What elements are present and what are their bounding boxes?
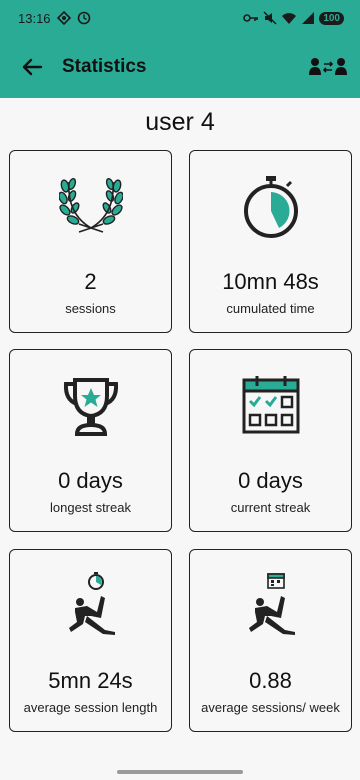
stat-card-sessions: 2 sessions [9, 150, 172, 333]
exercise-calendar-icon [248, 573, 295, 635]
stat-label: cumulated time [226, 301, 315, 316]
switch-user-button[interactable] [308, 53, 348, 81]
signal-icon [302, 12, 315, 24]
back-button[interactable] [18, 53, 46, 81]
wifi-icon [282, 13, 297, 24]
stat-value: 0 days [238, 468, 303, 493]
user-name: user 4 [145, 108, 215, 136]
laurel-wreath-icon [58, 178, 123, 233]
switch-user-icon [309, 58, 347, 75]
home-indicator[interactable] [117, 770, 243, 774]
battery-indicator: 100 [319, 11, 344, 25]
key-icon [243, 14, 259, 22]
page-title: Statistics [62, 56, 147, 77]
stat-card-average-session-length: 5mn 24s average session length [9, 549, 172, 732]
stat-card-current-streak: 0 days current streak [189, 349, 352, 532]
stat-label: average sessions/ week [201, 700, 340, 715]
stopwatch-icon [243, 176, 298, 238]
back-arrow-icon [22, 58, 43, 76]
stat-label: average session length [23, 700, 158, 715]
sync-icon [77, 11, 90, 25]
status-bar: 13:16 100 [0, 0, 360, 36]
stat-card-longest-streak: 0 days longest streak [9, 349, 172, 532]
calendar-check-icon [242, 376, 299, 434]
mute-icon [263, 11, 277, 25]
stat-label: current streak [230, 500, 311, 515]
stat-label: longest streak [50, 500, 131, 515]
trophy-icon [63, 378, 118, 436]
stat-label: sessions [65, 301, 116, 316]
stat-card-average-sessions-week: 0.88 average sessions/ week [189, 549, 352, 732]
stat-value: 10mn 48s [222, 269, 319, 294]
stat-value: 5mn 24s [48, 668, 133, 693]
app-bar: Statistics [0, 36, 360, 98]
exercise-stopwatch-icon [68, 572, 115, 635]
stat-card-cumulated-time: 10mn 48s cumulated time [189, 150, 352, 333]
stat-value: 0 days [58, 468, 123, 493]
stat-value: 0.88 [249, 668, 292, 693]
status-time: 13:16 [18, 10, 51, 26]
stat-value: 2 [84, 269, 97, 294]
diamond-icon [56, 11, 71, 25]
